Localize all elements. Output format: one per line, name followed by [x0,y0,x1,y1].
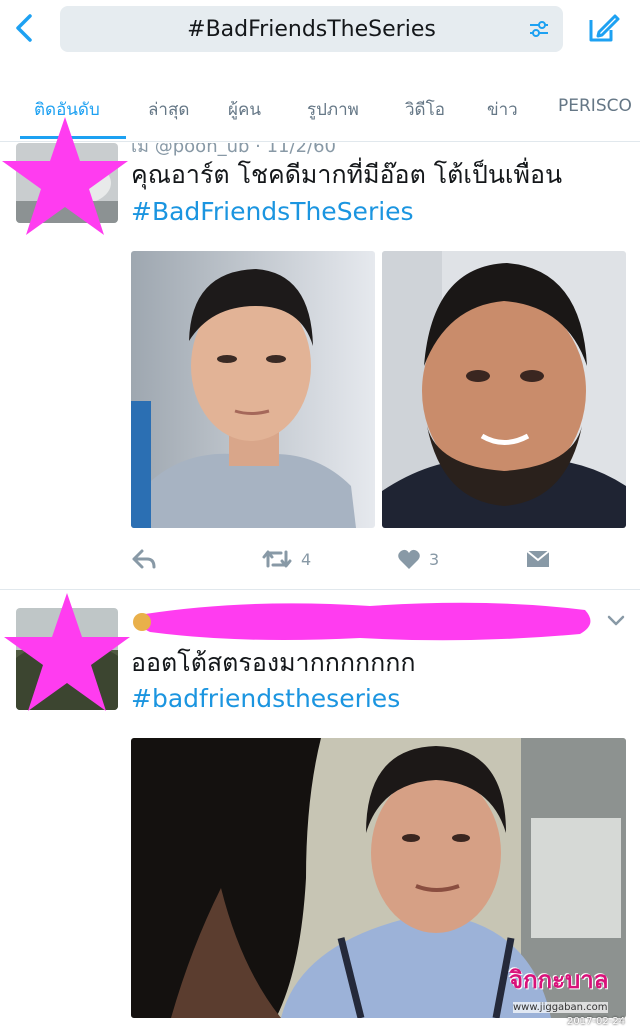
tab-periscope[interactable]: PERISCO [558,96,632,116]
reply-icon [132,549,156,569]
retweet-icon [262,550,292,568]
watermark-url: www.jiggaban.com [513,1002,608,1013]
tweet-menu-button[interactable] [605,612,627,630]
tab-videos[interactable]: วิดีโอ [405,96,445,123]
compose-icon [589,14,620,42]
redaction-star-icon [4,593,130,711]
retweet-button[interactable]: 4 [261,548,311,570]
tweet-hashtag[interactable]: #BadFriendsTheSeries [131,194,414,230]
tweet-text: คุณอาร์ต โชคดีมากที่มีอ๊อต โต้เป็นเพื่อน [131,160,563,189]
watermark-logo: จิกกะบาล www.jiggaban.com 2017-02-24 [505,958,637,1030]
tab-latest[interactable]: ล่าสุด [148,96,189,123]
search-input[interactable]: #BadFriendsTheSeries [60,6,563,52]
search-filter-button[interactable] [527,17,551,41]
redaction-star-icon [2,117,128,235]
compose-button[interactable] [585,10,621,46]
redaction-scribble [133,602,591,641]
tab-news[interactable]: ข่าว [487,96,518,123]
dm-icon [526,550,550,567]
tab-people[interactable]: ผู้คน [228,96,261,123]
tweet-actions: 4 3 [131,548,611,578]
tweet-photo-1[interactable] [131,251,375,528]
top-bar: #BadFriendsTheSeries [0,0,640,70]
tab-photos[interactable]: รูปภาพ [307,96,359,123]
back-button[interactable] [10,10,40,46]
watermark-title: จิกกะบาล [509,966,609,994]
chevron-down-icon [607,615,625,626]
like-button[interactable]: 3 [397,548,439,570]
like-count: 3 [429,549,440,569]
tweet-hashtag[interactable]: #badfriendstheseries [131,681,400,717]
retweet-count: 4 [301,549,312,569]
reply-button[interactable] [131,548,157,570]
tweet-text: ออตโต้สตรองมากกกกกกก [131,648,416,677]
filter-icon [530,21,548,37]
search-query: #BadFriendsTheSeries [187,17,436,42]
back-icon [16,14,32,42]
dm-button[interactable] [525,548,551,570]
tweet-photo-2[interactable] [382,251,626,528]
watermark-date: 2017-02-24 [567,1016,626,1027]
like-icon [398,549,420,569]
